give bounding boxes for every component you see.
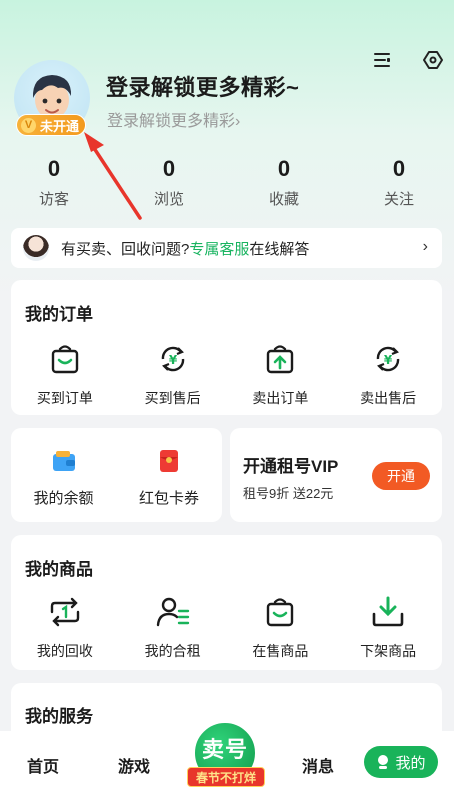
- coupon-entry[interactable]: 红包卡券: [116, 448, 222, 508]
- order-bought-aftersale[interactable]: ¥ 买到售后: [119, 342, 227, 408]
- wallet-card: 我的余额 红包卡券: [11, 428, 222, 522]
- download-tray-icon: [371, 595, 405, 629]
- login-title[interactable]: 登录解锁更多精彩~: [106, 70, 299, 102]
- yuan-refresh-icon: ¥: [156, 342, 190, 376]
- order-sold-aftersale[interactable]: ¥ 卖出售后: [334, 342, 442, 408]
- chevron-right-icon: ›: [235, 113, 241, 130]
- vip-promo-subtitle: 租号9折 送22元: [243, 486, 334, 501]
- stat-favorites-label: 收藏: [268, 191, 299, 208]
- goods-delisted-label: 下架商品: [360, 643, 417, 659]
- vip-promo-card[interactable]: 开通租号VIP 租号9折 送22元 开通: [230, 428, 442, 522]
- goods-recycle-label: 我的回收: [36, 643, 93, 659]
- goods-title: 我的商品: [25, 560, 93, 579]
- stat-views-count: 0: [162, 156, 176, 181]
- sell-promo-tag: 春节不打烊: [187, 767, 265, 787]
- red-envelope-icon: [156, 448, 182, 479]
- stat-following[interactable]: 0 关注: [354, 156, 444, 209]
- stat-favorites[interactable]: 0 收藏: [239, 156, 329, 209]
- stat-visitors-label: 访客: [38, 191, 69, 208]
- goods-delisted[interactable]: 下架商品: [334, 595, 442, 661]
- services-title: 我的服务: [25, 707, 93, 726]
- shopping-bag-icon: [48, 342, 82, 376]
- balance-label: 我的余额: [33, 490, 94, 507]
- vip-promo-title: 开通租号VIP: [243, 457, 339, 476]
- stats-row: 0 访客 0 浏览 0 收藏 0 关注: [0, 156, 454, 212]
- nav-messages[interactable]: 消息: [302, 753, 334, 777]
- yuan-refresh-icon: ¥: [371, 342, 405, 376]
- chevron-right-icon: ›: [422, 238, 428, 255]
- order-sold-label: 卖出订单: [252, 390, 309, 406]
- goods-card: 我的商品 我的回收 我的合租 在售商品 下架商品: [11, 535, 442, 670]
- goods-recycle[interactable]: 我的回收: [11, 595, 119, 661]
- login-subtitle-text: 登录解锁更多精彩: [107, 113, 236, 130]
- recycle-icon: [48, 595, 82, 629]
- orders-card: 我的订单 买到订单 ¥ 买到售后 卖出订单 ¥ 卖出售后: [11, 280, 442, 415]
- service-link[interactable]: 专属客服: [189, 241, 249, 258]
- goods-on-sale-label: 在售商品: [252, 643, 309, 659]
- menu-list-icon[interactable]: [370, 48, 394, 72]
- vip-v-icon: V: [21, 117, 36, 133]
- co-rent-icon: [156, 595, 190, 629]
- stat-views[interactable]: 0 浏览: [124, 156, 214, 209]
- stat-views-label: 浏览: [153, 191, 184, 208]
- order-bought-label: 买到订单: [36, 390, 93, 406]
- nav-games[interactable]: 游戏: [118, 753, 150, 777]
- nav-home[interactable]: 首页: [27, 753, 59, 777]
- on-sale-bag-icon: [263, 595, 297, 629]
- nav-mine-label: 我的: [395, 754, 426, 772]
- service-suffix: 在线解答: [249, 240, 310, 258]
- svg-text:¥: ¥: [168, 353, 177, 367]
- vip-status-label: 未开通: [40, 118, 80, 134]
- vip-status-badge[interactable]: V 未开通: [16, 114, 86, 136]
- order-bought-aftersale-label: 买到售后: [144, 390, 201, 406]
- orders-title: 我的订单: [25, 305, 93, 324]
- stat-following-count: 0: [392, 156, 406, 181]
- balance-entry[interactable]: 我的余额: [11, 448, 116, 508]
- order-sold-aftersale-label: 卖出售后: [360, 390, 417, 406]
- stat-visitors[interactable]: 0 访客: [9, 156, 99, 209]
- nav-sell-label: 卖号: [201, 737, 248, 762]
- wallet-icon: [51, 448, 77, 479]
- stat-visitors-count: 0: [47, 156, 61, 181]
- stat-following-label: 关注: [383, 191, 414, 208]
- service-prefix: 有买卖、回收问题?: [61, 240, 190, 258]
- order-sold[interactable]: 卖出订单: [227, 342, 335, 408]
- vip-open-button[interactable]: 开通: [372, 462, 430, 490]
- goods-on-sale[interactable]: 在售商品: [227, 595, 335, 661]
- coupon-label: 红包卡券: [138, 490, 199, 507]
- stat-favorites-count: 0: [277, 156, 291, 181]
- upload-bag-icon: [263, 342, 297, 376]
- goods-corent-label: 我的合租: [144, 643, 201, 659]
- goods-corent[interactable]: 我的合租: [119, 595, 227, 661]
- customer-service-bar[interactable]: 有买卖、回收问题?专属客服在线解答 ›: [11, 228, 442, 268]
- order-bought[interactable]: 买到订单: [11, 342, 119, 408]
- login-subtitle[interactable]: 登录解锁更多精彩›: [107, 107, 240, 131]
- service-text: 有买卖、回收问题?专属客服在线解答: [61, 238, 309, 259]
- service-agent-avatar: [23, 235, 49, 261]
- svg-text:¥: ¥: [384, 353, 393, 367]
- nav-mine[interactable]: 我的: [364, 746, 438, 778]
- settings-hexagon-icon[interactable]: [421, 48, 445, 72]
- user-icon: [378, 755, 389, 769]
